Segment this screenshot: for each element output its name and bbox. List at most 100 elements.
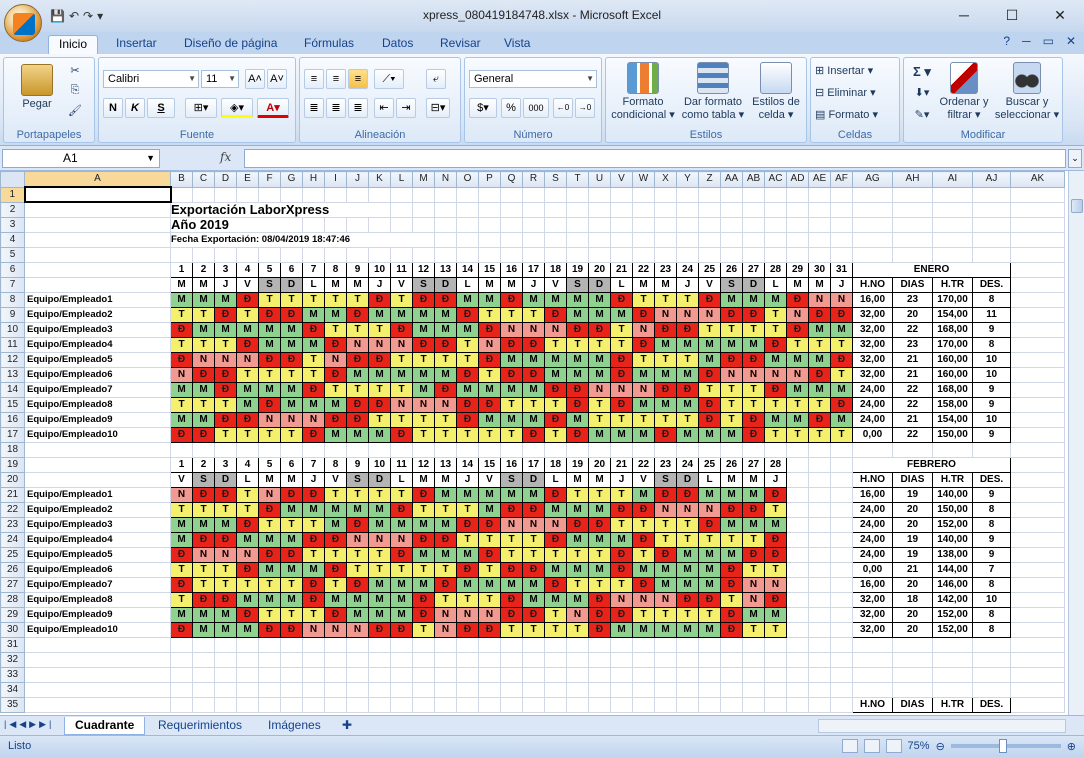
stat-value[interactable]: 9 <box>972 546 1011 563</box>
active-cell-a1[interactable] <box>23 186 172 203</box>
shift-cell[interactable]: Đ <box>786 291 809 308</box>
shift-cell[interactable]: T <box>390 411 413 428</box>
cell[interactable] <box>808 651 831 668</box>
row-header[interactable]: 23 <box>0 516 25 533</box>
cell[interactable] <box>632 681 655 698</box>
row-header[interactable]: 1 <box>0 186 25 203</box>
cell[interactable] <box>830 621 853 638</box>
shift-cell[interactable]: M <box>236 621 259 638</box>
cell[interactable] <box>1010 471 1065 488</box>
shift-cell[interactable]: Đ <box>544 381 567 398</box>
shift-cell[interactable]: Đ <box>478 351 501 368</box>
day-number[interactable]: 15 <box>478 456 501 473</box>
day-number[interactable]: 16 <box>500 456 523 473</box>
cell[interactable] <box>720 216 743 233</box>
cell[interactable] <box>412 636 435 653</box>
cell[interactable] <box>1010 246 1065 263</box>
shift-cell[interactable]: Đ <box>258 396 281 413</box>
cell[interactable] <box>324 651 347 668</box>
cell[interactable] <box>972 231 1011 248</box>
cell[interactable] <box>346 696 369 713</box>
align-bottom-icon[interactable]: ≡ <box>348 69 368 89</box>
shift-cell[interactable]: Đ <box>192 366 215 383</box>
shift-cell[interactable]: T <box>258 516 281 533</box>
shift-cell[interactable]: Đ <box>456 411 479 428</box>
day-number[interactable]: 12 <box>412 261 435 278</box>
column-header[interactable]: P <box>478 171 501 188</box>
shift-cell[interactable]: Đ <box>544 411 567 428</box>
shift-cell[interactable]: T <box>808 426 831 443</box>
shift-cell[interactable]: T <box>786 396 809 413</box>
cell[interactable] <box>786 666 809 683</box>
stat-value[interactable]: 138,00 <box>932 546 973 563</box>
row-header[interactable]: 27 <box>0 576 25 593</box>
cell[interactable] <box>1010 336 1065 353</box>
cell[interactable] <box>786 231 809 248</box>
shift-cell[interactable]: M <box>258 336 281 353</box>
shift-cell[interactable]: Đ <box>258 351 281 368</box>
shift-cell[interactable]: M <box>258 591 281 608</box>
cell[interactable] <box>1010 411 1065 428</box>
shift-cell[interactable]: T <box>346 381 369 398</box>
row-header[interactable]: 12 <box>0 351 25 368</box>
row-header[interactable]: 3 <box>0 216 25 233</box>
column-header[interactable]: G <box>280 171 303 188</box>
stat-value[interactable]: 24,00 <box>852 396 893 413</box>
cell[interactable] <box>24 681 171 698</box>
shift-cell[interactable]: M <box>368 591 391 608</box>
cell[interactable] <box>302 681 325 698</box>
cell[interactable] <box>852 201 893 218</box>
cell[interactable] <box>280 681 303 698</box>
minimize-button[interactable]: ─ <box>940 0 988 30</box>
cell[interactable] <box>892 651 933 668</box>
shift-cell[interactable]: Đ <box>544 576 567 593</box>
weekday[interactable]: L <box>544 471 567 488</box>
shift-cell[interactable]: M <box>412 321 435 338</box>
cell[interactable] <box>280 246 303 263</box>
shift-cell[interactable]: M <box>170 381 193 398</box>
decrease-decimal-icon[interactable]: →0 <box>575 98 595 118</box>
weekday[interactable]: S <box>720 276 743 293</box>
shift-cell[interactable]: T <box>368 546 391 563</box>
shift-cell[interactable]: T <box>236 576 259 593</box>
shift-cell[interactable]: T <box>500 621 523 638</box>
cell[interactable] <box>192 651 215 668</box>
clear-icon[interactable]: ✎▾ <box>908 108 936 121</box>
cell[interactable] <box>434 231 457 248</box>
cell[interactable] <box>1010 621 1065 638</box>
shift-cell[interactable]: N <box>236 546 259 563</box>
shift-cell[interactable]: Đ <box>412 591 435 608</box>
shift-cell[interactable]: Đ <box>676 591 699 608</box>
shift-cell[interactable]: Đ <box>390 321 413 338</box>
cell[interactable] <box>302 186 325 203</box>
stat-value[interactable]: 0,00 <box>852 561 893 578</box>
shift-cell[interactable]: M <box>632 396 655 413</box>
shift-cell[interactable]: Đ <box>676 486 699 503</box>
shift-cell[interactable]: M <box>368 576 391 593</box>
cell[interactable] <box>412 696 435 713</box>
tab-formulas[interactable]: Fórmulas <box>294 35 364 54</box>
shift-cell[interactable]: M <box>500 411 523 428</box>
row-header[interactable]: 35 <box>0 696 25 713</box>
shift-cell[interactable]: M <box>434 366 457 383</box>
shift-cell[interactable]: M <box>610 306 633 323</box>
cell[interactable] <box>676 231 699 248</box>
shift-cell[interactable]: T <box>280 606 303 623</box>
shift-cell[interactable]: N <box>478 606 501 623</box>
weekday[interactable]: S <box>192 471 215 488</box>
cell[interactable] <box>522 216 545 233</box>
shift-cell[interactable]: T <box>632 351 655 368</box>
day-number[interactable]: 6 <box>280 261 303 278</box>
column-header[interactable]: AF <box>830 171 853 188</box>
shift-cell[interactable]: T <box>456 591 479 608</box>
cell[interactable] <box>24 471 171 488</box>
weekday[interactable]: L <box>390 471 413 488</box>
weekday[interactable]: M <box>280 471 303 488</box>
cell[interactable] <box>698 186 721 203</box>
column-header[interactable]: AE <box>808 171 831 188</box>
shift-cell[interactable]: M <box>258 321 281 338</box>
shift-cell[interactable]: M <box>742 516 765 533</box>
shift-cell[interactable]: M <box>456 321 479 338</box>
weekday[interactable]: D <box>676 471 699 488</box>
cell[interactable] <box>478 186 501 203</box>
